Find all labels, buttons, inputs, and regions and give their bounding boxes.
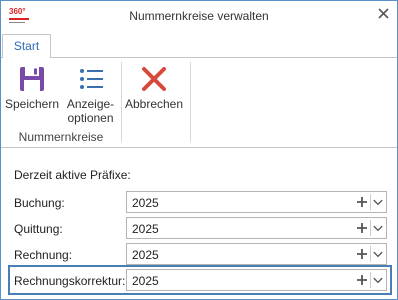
row-label: Rechnungskorrektur: [14,274,126,288]
row-label: Quittung: [14,222,63,236]
ribbon-tabs: Start [1,34,397,59]
chevron-down-icon[interactable] [370,246,385,262]
close-icon [378,8,389,19]
ribbon-separator [121,62,122,142]
prefix-row-rechnung: Rechnung: 2025 [1,243,397,267]
plus-icon[interactable] [354,246,370,262]
row-label: Buchung: [14,196,65,210]
save-button[interactable]: Speichern [4,58,60,111]
section-label: Derzeit aktive Präfixe: [14,168,131,182]
prefix-value: 2025 [132,196,159,210]
prefix-combobox[interactable]: 2025 [126,269,387,291]
tab-start[interactable]: Start [2,34,51,59]
cancel-button-label: Abbrechen [124,97,184,111]
list-icon [79,69,103,89]
ribbon-group-label: Nummernkreise [18,130,104,144]
prefix-combobox[interactable]: 2025 [126,217,387,239]
prefix-value: 2025 [132,222,159,236]
ribbon-separator [190,62,191,142]
x-icon [142,67,166,91]
prefix-value: 2025 [132,274,159,288]
chevron-down-icon[interactable] [370,272,385,288]
prefix-combobox[interactable]: 2025 [126,243,387,265]
chevron-down-icon[interactable] [370,194,385,210]
cancel-button[interactable]: Abbrechen [123,58,185,111]
floppy-disk-icon [20,67,44,91]
dialog-window: 360° Nummernkreise verwalten Start Speic… [0,0,398,300]
prefix-row-buchung: Buchung: 2025 [1,191,397,215]
prefix-value: 2025 [132,248,159,262]
display-options-label-2: optionen [67,111,114,125]
chevron-down-icon[interactable] [370,220,385,236]
plus-icon[interactable] [354,194,370,210]
prefix-row-quittung: Quittung: 2025 [1,217,397,241]
prefix-combobox[interactable]: 2025 [126,191,387,213]
prefix-row-rechnungskorrektur: Rechnungskorrektur: 2025 [1,265,397,299]
save-button-label: Speichern [4,97,60,111]
ribbon: Speichern Anzeige- optionen Abbrechen Nu… [1,58,397,148]
close-button[interactable] [374,4,394,24]
window-title: Nummernkreise verwalten [129,9,269,23]
plus-icon[interactable] [354,272,370,288]
title-bar: 360° Nummernkreise verwalten [1,1,397,31]
row-label: Rechnung: [14,248,73,262]
plus-icon[interactable] [354,220,370,236]
display-options-label-1: Anzeige- [66,97,115,111]
display-options-button[interactable]: Anzeige- optionen [63,58,118,125]
